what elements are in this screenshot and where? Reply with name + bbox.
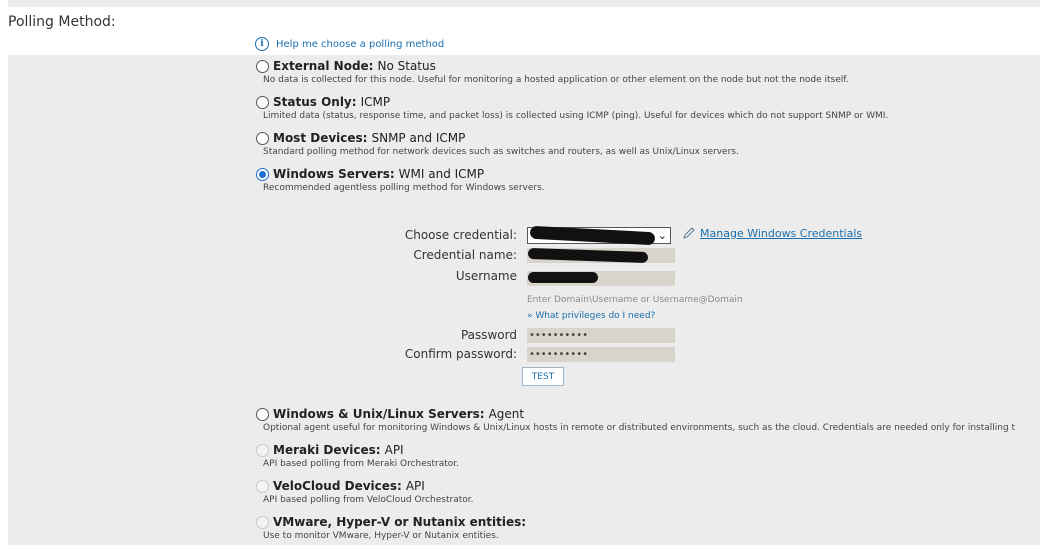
option-suffix: API	[384, 443, 404, 457]
option-title: Windows Servers:	[273, 167, 395, 181]
option-title: VMware, Hyper-V or Nutanix entities:	[273, 515, 527, 529]
option-suffix: No Status	[377, 59, 436, 73]
password-field[interactable]: ••••••••••	[527, 328, 675, 343]
option-description: No data is collected for this node. Usef…	[263, 75, 849, 85]
option-title: Windows & Unix/Linux Servers:	[273, 407, 485, 421]
option-description: API based polling from VeloCloud Orchest…	[263, 495, 474, 505]
chevron-down-icon: ⌄	[657, 229, 667, 242]
option-velocloud[interactable]: VeloCloud Devices: API API based polling…	[256, 478, 473, 505]
option-suffix: API	[405, 479, 425, 493]
option-suffix: Agent	[488, 407, 525, 421]
info-icon: i	[255, 37, 269, 51]
option-description: Optional agent useful for monitoring Win…	[263, 423, 1016, 433]
option-suffix: ICMP	[360, 95, 391, 109]
radio-velocloud[interactable]	[256, 479, 269, 493]
radio-meraki[interactable]	[256, 443, 269, 457]
privileges-link[interactable]: What privileges do I need?	[535, 311, 655, 321]
option-description: Recommended agentless polling method for…	[263, 183, 545, 193]
section-title: Polling Method:	[8, 14, 116, 30]
option-description: Limited data (status, response time, and…	[263, 111, 889, 121]
radio-windows-unix-agent[interactable]	[256, 407, 269, 421]
option-title: Status Only:	[273, 95, 357, 109]
username-label: Username	[455, 269, 517, 283]
option-windows-unix-agent[interactable]: Windows & Unix/Linux Servers: Agent Opti…	[256, 406, 1033, 433]
option-meraki[interactable]: Meraki Devices: API API based polling fr…	[256, 442, 459, 469]
help-row: i Help me choose a polling method	[255, 37, 444, 51]
credential-name-label: Credential name:	[413, 248, 517, 262]
manage-windows-credentials-link[interactable]: Manage Windows Credentials	[700, 227, 862, 240]
option-status-only[interactable]: Status Only: ICMP Limited data (status, …	[256, 94, 888, 121]
polling-options-panel	[8, 55, 1040, 545]
choose-credential-label: Choose credential:	[404, 228, 517, 242]
option-suffix: SNMP and ICMP	[371, 131, 466, 145]
confirm-password-label: Confirm password:	[404, 347, 517, 361]
radio-status-only[interactable]	[256, 95, 269, 109]
radio-most-devices[interactable]	[256, 131, 269, 145]
radio-vmware-hyperv-nutanix[interactable]	[256, 515, 269, 529]
option-title: VeloCloud Devices:	[273, 479, 402, 493]
help-choose-polling-link[interactable]: Help me choose a polling method	[276, 39, 444, 50]
option-title: Most Devices:	[273, 131, 368, 145]
option-description: Standard polling method for network devi…	[263, 147, 739, 157]
confirm-password-field[interactable]: ••••••••••	[527, 347, 675, 362]
manage-credentials-row: Manage Windows Credentials	[682, 226, 862, 240]
radio-external-node[interactable]	[256, 59, 269, 73]
option-most-devices[interactable]: Most Devices: SNMP and ICMP Standard pol…	[256, 130, 739, 157]
option-suffix: WMI and ICMP	[398, 167, 485, 181]
privileges-row: » What privileges do I need?	[527, 311, 655, 321]
radio-windows-servers[interactable]	[256, 167, 269, 181]
option-description: Use to monitor VMware, Hyper-V or Nutani…	[263, 531, 499, 541]
option-windows-servers[interactable]: Windows Servers: WMI and ICMP Recommende…	[256, 166, 545, 193]
pencil-icon	[683, 227, 695, 239]
password-label: Password	[460, 328, 517, 342]
test-button[interactable]: TEST	[522, 367, 564, 386]
option-title: External Node:	[273, 59, 374, 73]
redacted-username	[528, 272, 598, 283]
username-hint: Enter Domain\Username or Username@Domain	[527, 295, 743, 305]
option-vmware-hyperv-nutanix[interactable]: VMware, Hyper-V or Nutanix entities: Use…	[256, 514, 530, 541]
option-external-node[interactable]: External Node: No Status No data is coll…	[256, 58, 849, 85]
option-title: Meraki Devices:	[273, 443, 381, 457]
top-strip	[8, 0, 1040, 7]
option-description: API based polling from Meraki Orchestrat…	[263, 459, 460, 469]
